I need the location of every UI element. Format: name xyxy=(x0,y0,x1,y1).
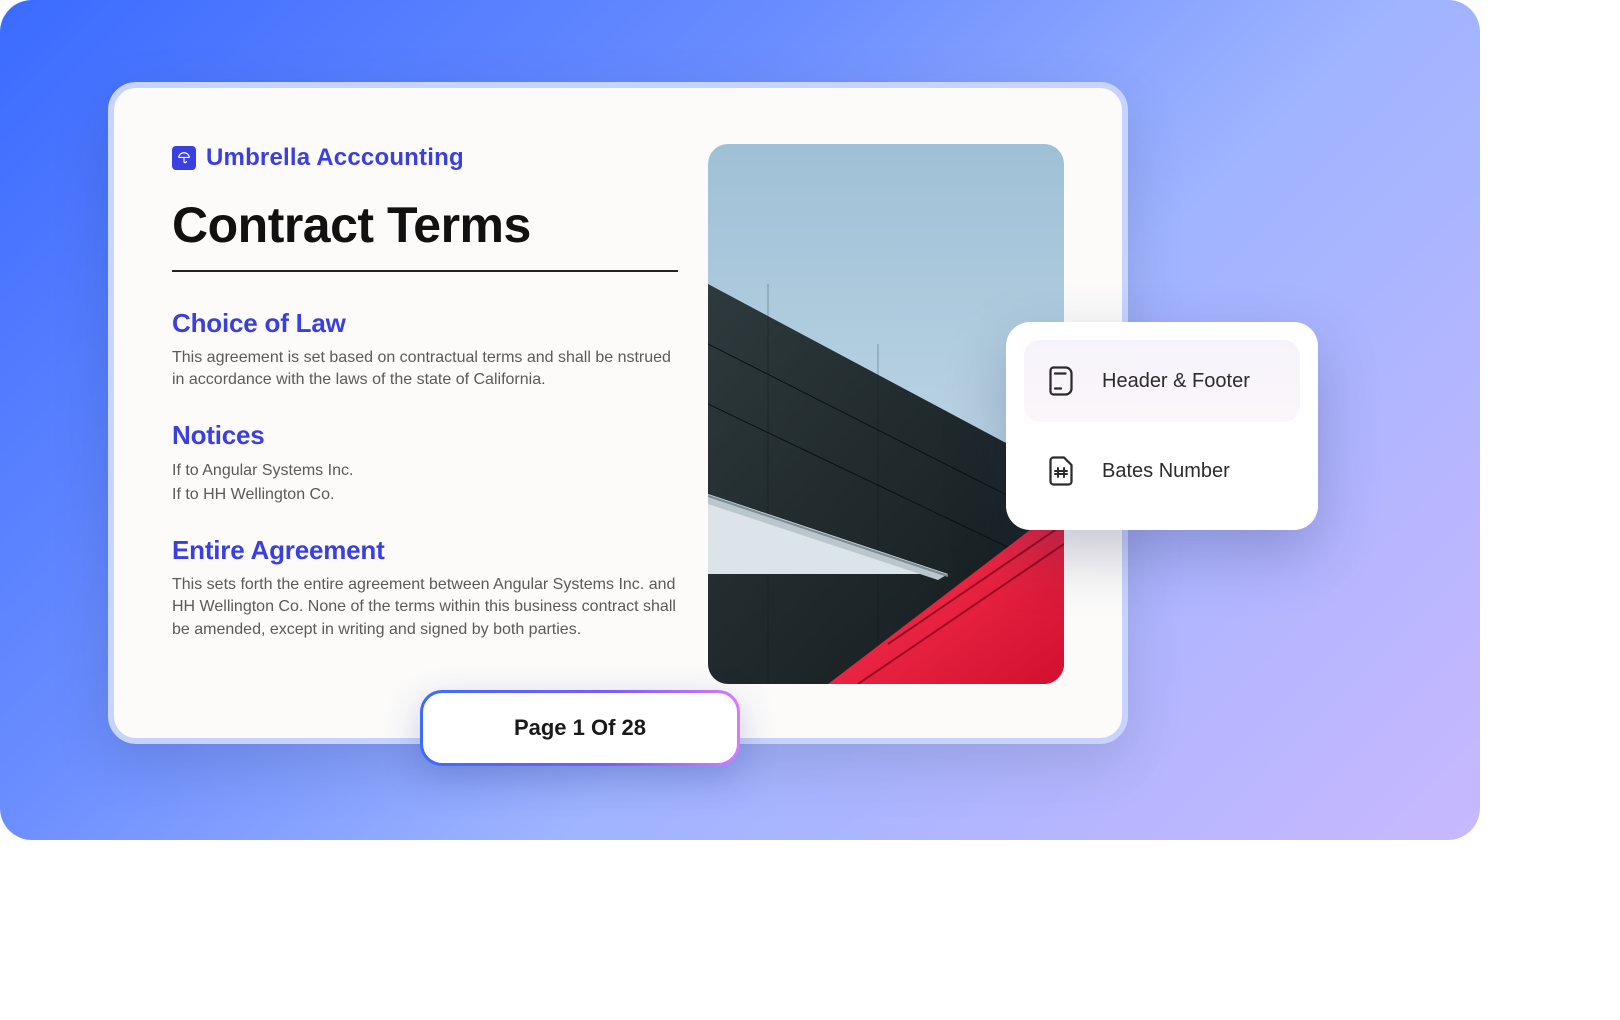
panel-item-label: Header & Footer xyxy=(1102,370,1250,393)
panel-item-bates-number[interactable]: Bates Number xyxy=(1024,430,1300,512)
notice-line: If to HH Wellington Co. xyxy=(172,483,678,507)
notice-line: If to Angular Systems Inc. xyxy=(172,459,678,483)
brand-name: Umbrella Acccounting xyxy=(206,144,464,172)
panel-item-header-footer[interactable]: Header & Footer xyxy=(1024,340,1300,422)
document-title: Contract Terms xyxy=(172,196,678,254)
section-body-entire-agreement: This sets forth the entire agreement bet… xyxy=(172,574,678,641)
panel-item-label: Bates Number xyxy=(1102,460,1230,483)
page-indicator-label: Page 1 Of 28 xyxy=(423,693,737,763)
umbrella-icon xyxy=(172,146,196,170)
section-body-choice-of-law: This agreement is set based on contractu… xyxy=(172,347,678,392)
document-body: Umbrella Acccounting Contract Terms Choi… xyxy=(172,144,708,698)
section-heading-choice-of-law: Choice of Law xyxy=(172,308,678,339)
section-body-notices: If to Angular Systems Inc. If to HH Well… xyxy=(172,459,678,507)
page-indicator[interactable]: Page 1 Of 28 xyxy=(420,690,740,766)
document-card: Umbrella Acccounting Contract Terms Choi… xyxy=(108,82,1128,744)
insert-panel: Header & Footer Bates Number xyxy=(1006,322,1318,530)
app-canvas: Umbrella Acccounting Contract Terms Choi… xyxy=(0,0,1480,840)
title-rule xyxy=(172,270,678,272)
section-heading-entire-agreement: Entire Agreement xyxy=(172,535,678,566)
section-heading-notices: Notices xyxy=(172,420,678,451)
brand-row: Umbrella Acccounting xyxy=(172,144,678,172)
header-footer-icon xyxy=(1042,362,1080,400)
bates-number-icon xyxy=(1042,452,1080,490)
